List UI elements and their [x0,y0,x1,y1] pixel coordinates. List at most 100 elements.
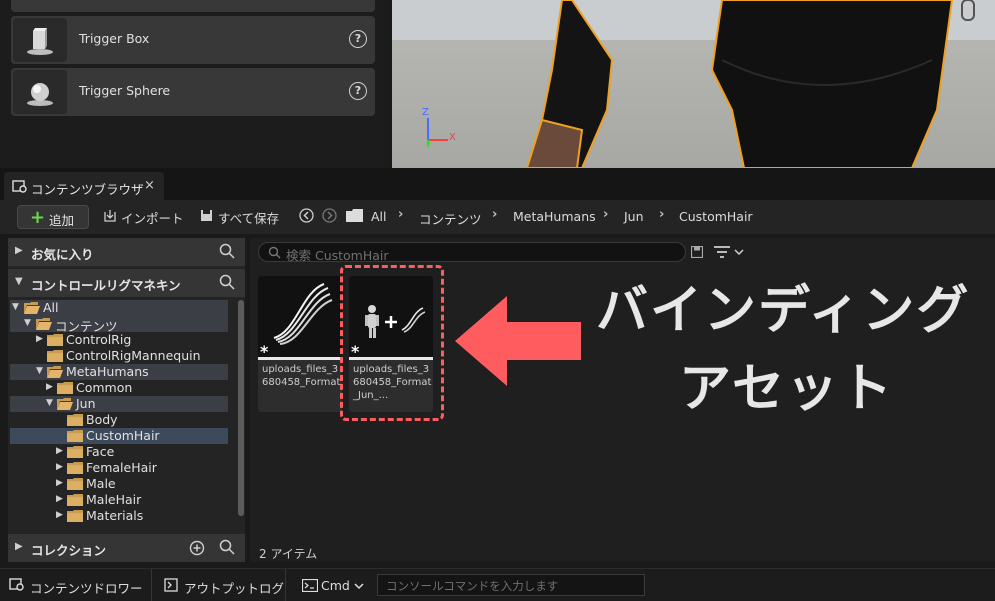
place-item-label: Trigger Sphere [79,83,171,98]
tree-item-content[interactable]: ▼ コンテンツ [10,316,228,334]
tree-item-customhair[interactable]: CustomHair [10,428,228,444]
add-collection-icon[interactable] [189,540,205,560]
breadcrumb-item[interactable]: Jun [624,209,644,224]
tree-item-label: Body [86,412,118,427]
axis-y-label: Y [426,141,431,150]
cmd-label: Cmd [321,578,350,593]
tree-item-all[interactable]: ▼ All [10,300,228,316]
tree-item-materials[interactable]: ▶ Materials [10,508,228,524]
folder-open-icon [24,302,40,314]
folder-icon [67,414,83,426]
chevron-right-icon[interactable]: › [659,207,664,222]
tree-item-label: CustomHair [86,428,160,443]
import-icon [103,209,117,227]
help-icon[interactable]: ? [349,82,367,100]
chevron-right-icon[interactable]: ▶ [56,494,63,504]
place-item-label: Trigger Box [79,31,150,46]
tree-item-common[interactable]: ▶ Common [10,380,228,396]
filter-icon[interactable] [714,246,744,262]
level-viewport[interactable]: Z X Y [392,0,995,168]
import-button[interactable]: インポート [121,208,184,227]
tree-scrollbar[interactable] [238,300,244,516]
place-item-trigger-box[interactable]: Trigger Box ? [11,16,375,64]
tree-item-label: Jun [76,396,96,411]
tab-content-browser[interactable]: コンテンツブラウザ × [4,172,164,200]
forward-icon[interactable] [322,208,337,227]
highlight-box [340,265,444,421]
cmd-selector[interactable]: Cmd [287,569,371,601]
tree-item-label: ControlRigMannequin [66,348,201,363]
help-icon[interactable]: ? [349,30,367,48]
sources-panel: ▶ お気に入り ▼ コントロールリグマネキン ▼ All ▼ コンテンツ ▶ C… [8,238,245,562]
tree-item-label: Common [76,380,133,395]
save-search-icon[interactable] [690,245,704,262]
chevron-right-icon[interactable]: ▶ [56,478,63,488]
tree-item-face[interactable]: ▶ Face [10,444,228,460]
tree-item-body[interactable]: Body [10,412,228,428]
folder-icon [67,494,83,506]
folder-open-icon [47,366,63,378]
tree-item-label: FemaleHair [86,460,157,475]
chevron-down-icon[interactable]: ▼ [36,366,43,376]
folder-icon [47,350,63,362]
asset-tile-groom[interactable]: * uploads_files_3680458_Format [258,276,342,412]
breadcrumb-item[interactable]: CustomHair [679,209,753,224]
collections-header[interactable]: ▶ コレクション [8,534,245,562]
tree-item-metahumans[interactable]: ▼ MetaHumans [10,364,228,380]
chevron-down-icon: ▼ [15,276,23,287]
chevron-right-icon[interactable]: ▶ [56,446,63,456]
favorites-header[interactable]: ▶ お気に入り [8,238,245,266]
save-icon [200,209,213,226]
chevron-down-icon [354,579,364,594]
tree-item-label: Face [86,444,115,459]
place-actors-panel: Trigger Box ? Trigger Sphere ? [0,0,388,168]
search-placeholder: 検索 CustomHair [286,248,389,263]
tree-item-malehair[interactable]: ▶ MaleHair [10,492,228,508]
tree-item-controlrig[interactable]: ▶ ControlRig [10,332,228,348]
chevron-down-icon[interactable]: ▼ [12,302,19,312]
chevron-right-icon[interactable]: › [398,207,403,222]
add-button[interactable]: + 追加 [17,205,89,229]
collection-root-header[interactable]: ▼ コントロールリグマネキン [8,269,245,297]
chevron-right-icon[interactable]: ▶ [56,462,63,472]
trigger-box-thumbnail [13,18,67,62]
back-icon[interactable] [299,208,314,227]
close-icon[interactable]: × [144,178,155,193]
plus-icon: + [30,207,46,228]
content-drawer-button[interactable]: コンテンツドロワー [0,569,152,601]
chevron-right-icon[interactable]: › [603,207,608,222]
save-all-button[interactable]: すべて保存 [218,208,279,227]
chevron-down-icon[interactable]: ▼ [24,318,31,328]
place-item-partial[interactable] [11,0,375,12]
search-icon[interactable] [219,243,235,263]
groom-thumbnail [258,276,342,358]
place-item-trigger-sphere[interactable]: Trigger Sphere ? [11,68,375,116]
tree-item-label: Male [86,476,116,491]
breadcrumb-item[interactable]: All [371,209,387,224]
breadcrumb-item[interactable]: MetaHumans [513,209,596,224]
chevron-right-icon[interactable]: › [492,207,497,222]
chevron-down-icon[interactable]: ▼ [46,398,53,408]
tree-item-male[interactable]: ▶ Male [10,476,228,492]
asset-type-bar [258,357,342,360]
chevron-right-icon[interactable]: ▶ [46,382,53,392]
tree-item-controlrigmannequin[interactable]: ControlRigMannequin [10,348,228,364]
console-input[interactable]: コンソールコマンドを入力します [377,574,645,596]
output-log-button[interactable]: アウトプットログ [153,569,286,601]
content-browser-icon [12,180,28,198]
asset-search-input[interactable]: 検索 CustomHair [258,242,686,263]
search-icon[interactable] [219,274,235,294]
tree-item-label: All [43,300,59,315]
chevron-right-icon[interactable]: ▶ [36,334,43,344]
tree-item-jun[interactable]: ▼ Jun [10,396,228,412]
search-icon[interactable] [219,539,235,559]
tree-item-label: MaleHair [86,492,142,507]
tree-item-label: MetaHumans [66,364,149,379]
breadcrumb-item[interactable]: コンテンツ [419,209,482,228]
tree-item-label: ControlRig [66,332,132,347]
add-button-label: 追加 [49,213,75,228]
folder-icon [67,478,83,490]
tree-item-femalehair[interactable]: ▶ FemaleHair [10,460,228,476]
folder-icon [67,510,83,522]
chevron-right-icon[interactable]: ▶ [56,510,63,520]
